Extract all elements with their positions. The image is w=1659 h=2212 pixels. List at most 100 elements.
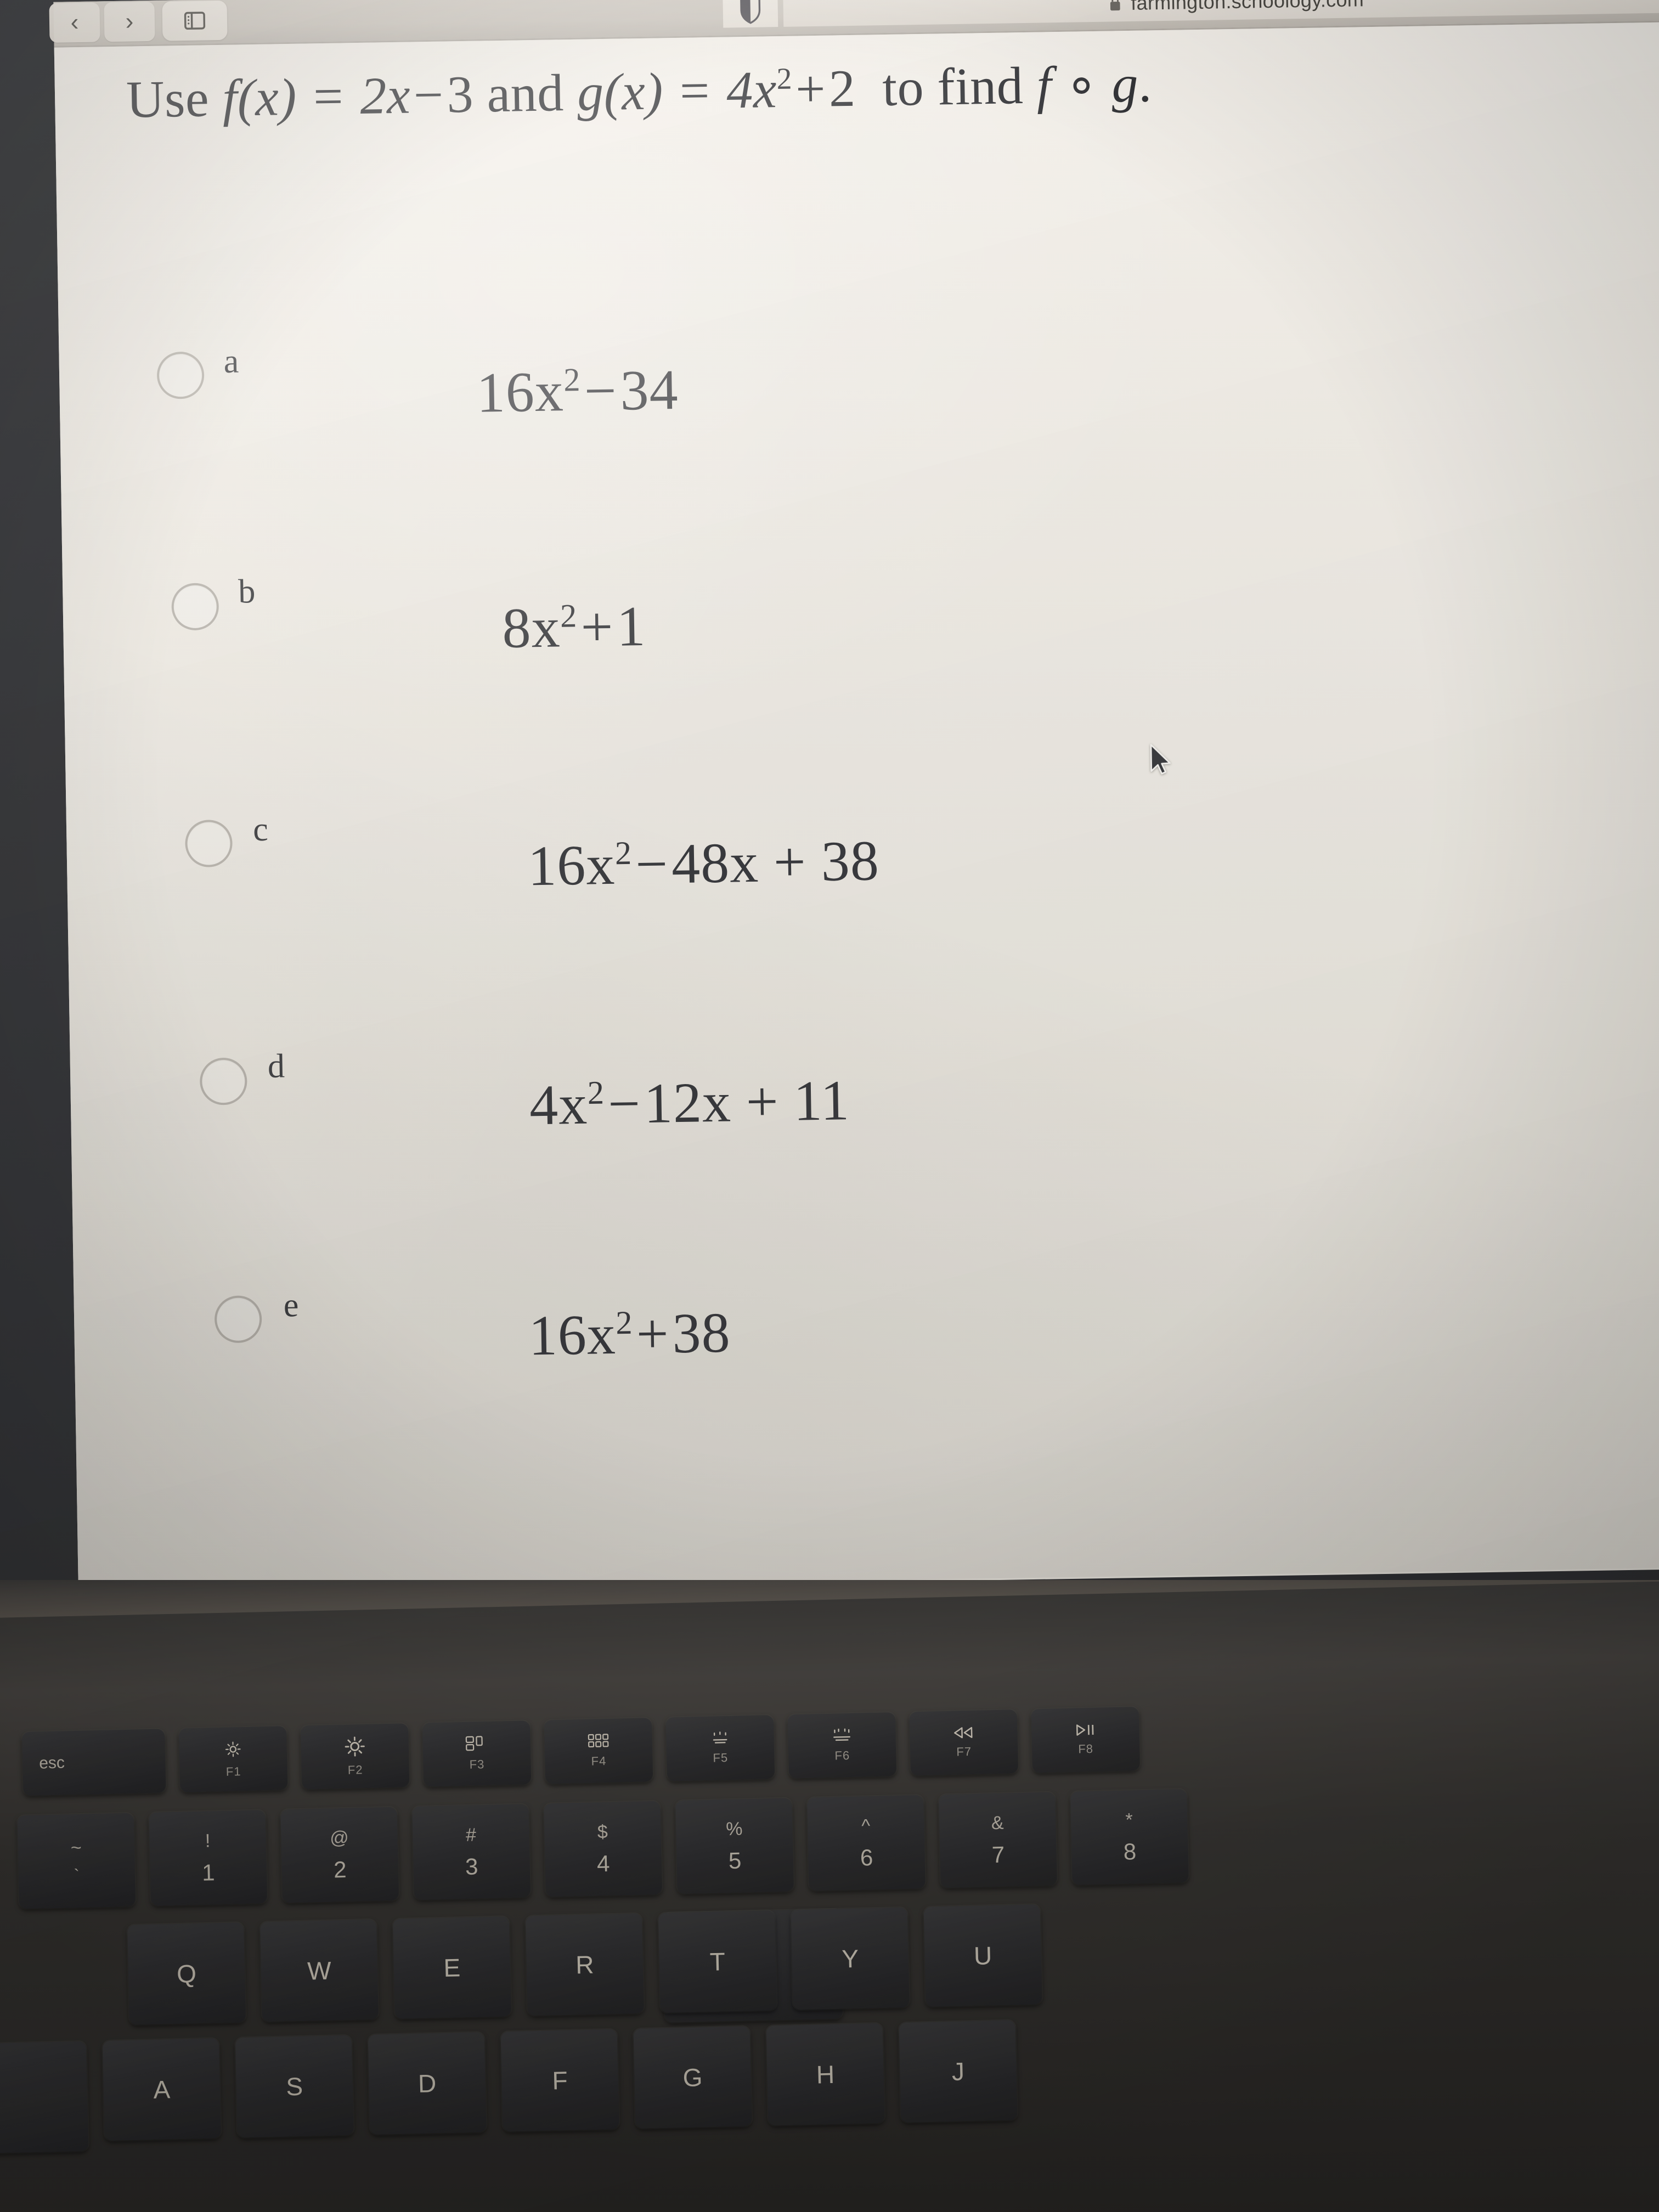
prompt-equals-2: = [679, 60, 710, 120]
key-y[interactable]: Y [791, 1907, 910, 2010]
browser-tab[interactable]: farmington.schoology.com [783, 0, 1659, 27]
key-1-base: 1 [201, 1859, 216, 1886]
key-caps-lock[interactable]: caps lock [0, 2041, 89, 2156]
mouse-pointer-icon [1150, 744, 1171, 775]
prompt-equals-1: = [313, 66, 344, 126]
key-f8[interactable]: F8 [1031, 1707, 1141, 1773]
key-s[interactable]: S [235, 2035, 354, 2138]
key-j[interactable]: J [899, 2020, 1018, 2123]
answer-choice-b[interactable]: b 8x2+1 [62, 520, 1659, 786]
prompt-g-coef: 4x [726, 60, 777, 120]
expr-b-coef: 8x [501, 596, 561, 661]
expr-d-op: − [607, 1072, 641, 1136]
expr-c-op: − [635, 832, 669, 896]
key-3[interactable]: # 3 [412, 1804, 531, 1900]
expr-e-coef: 16x [528, 1302, 617, 1368]
key-u[interactable]: U [923, 1904, 1042, 2007]
compose-ring-icon: ∘ [1064, 54, 1099, 114]
keyboard-backlight-up-icon [833, 1728, 851, 1741]
prompt-f-arg: (x) [236, 67, 297, 127]
key-backtick[interactable]: ~ ` [17, 1813, 136, 1909]
key-f7[interactable]: F7 [909, 1709, 1019, 1776]
radio-button-a[interactable] [156, 351, 205, 399]
key-f[interactable]: F [500, 2029, 619, 2132]
choice-letter-c: c [252, 810, 269, 849]
key-6-base: 6 [860, 1844, 873, 1871]
keyboard-backlight-down-icon [713, 1731, 727, 1743]
answer-choice-d[interactable]: d 4x2−12x + 11 [70, 1000, 1659, 1266]
key-d-label: D [417, 2069, 437, 2098]
key-r-label: R [575, 1950, 595, 1979]
key-h[interactable]: H [766, 2023, 885, 2126]
rewind-icon [954, 1726, 973, 1739]
key-4[interactable]: $ 4 [544, 1801, 662, 1897]
key-7[interactable]: & 7 [938, 1792, 1057, 1888]
key-w[interactable]: W [259, 1919, 379, 2022]
key-8-shifted: * [1125, 1809, 1133, 1831]
laptop-keyboard: esc F1 F2 F3 F4 F5 F6 F7 F8 ~ ` ! 1 @ 2 … [0, 1694, 1659, 2212]
key-y-label: Y [841, 1944, 859, 1973]
key-r[interactable]: R [525, 1913, 644, 2016]
key-7-shifted: & [991, 1812, 1004, 1833]
mission-control-icon [465, 1736, 483, 1751]
expr-a-exponent: 2 [563, 362, 582, 399]
key-f4[interactable]: F4 [544, 1718, 653, 1784]
key-f8-label: F8 [1078, 1741, 1094, 1756]
key-backtick-base: ` [74, 1866, 80, 1884]
answer-choice-a[interactable]: a 16x2−34 [58, 280, 1659, 546]
prompt-g-name: g [577, 63, 605, 122]
expr-c-exponent: 2 [614, 834, 633, 872]
key-2[interactable]: @ 2 [280, 1807, 399, 1903]
key-e[interactable]: E [392, 1916, 511, 2019]
expr-b-op: + [580, 595, 614, 659]
key-esc[interactable]: esc [21, 1729, 166, 1796]
radio-button-d[interactable] [199, 1057, 248, 1105]
key-f6[interactable]: F6 [787, 1712, 897, 1779]
radio-button-e[interactable] [214, 1295, 262, 1344]
key-f1[interactable]: F1 [178, 1726, 288, 1792]
key-f5[interactable]: F5 [665, 1715, 775, 1781]
key-f3[interactable]: F3 [422, 1720, 532, 1787]
shield-privacy-icon [740, 0, 761, 24]
key-j-label: J [951, 2057, 965, 2086]
key-f2[interactable]: F2 [300, 1723, 410, 1790]
expr-c-coef: 16x [527, 833, 616, 898]
answer-choice-c[interactable]: c 16x2−48x + 38 [66, 760, 1659, 1026]
key-f2-label: F2 [347, 1763, 363, 1777]
back-button[interactable]: ‹ [49, 2, 100, 43]
radio-button-b[interactable] [171, 583, 219, 631]
play-pause-icon [1076, 1724, 1094, 1736]
key-d[interactable]: D [368, 2032, 487, 2135]
key-2-shifted: @ [329, 1827, 349, 1849]
keyboard-number-row: ~ ` ! 1 @ 2 # 3 $ 4 % 5 ^ 6 & 7 * 8 [17, 1789, 1204, 1909]
key-1[interactable]: ! 1 [149, 1810, 268, 1906]
key-6[interactable]: ^ 6 [807, 1795, 926, 1891]
key-3-shifted: # [465, 1824, 477, 1846]
key-5[interactable]: % 5 [675, 1798, 794, 1894]
answer-choice-e[interactable]: e 16x2+38 [74, 1240, 1659, 1506]
prompt-period: . [1138, 54, 1153, 113]
expr-e-exponent: 2 [615, 1304, 634, 1342]
key-6-shifted: ^ [861, 1815, 871, 1837]
privacy-shield-button[interactable] [723, 0, 778, 28]
key-f1-label: F1 [225, 1764, 241, 1779]
key-8[interactable]: * 8 [1070, 1789, 1189, 1885]
forward-button[interactable]: › [104, 1, 155, 42]
chevron-left-icon: ‹ [70, 9, 79, 36]
launchpad-icon [588, 1734, 609, 1748]
sidebar-toggle-button[interactable] [162, 0, 228, 41]
answer-choice-list: a 16x2−34 b 8x2+1 c 16x2−48x + 38 d 4x2−… [58, 280, 1659, 1507]
key-2-base: 2 [333, 1856, 347, 1882]
key-a[interactable]: A [102, 2038, 221, 2141]
key-q[interactable]: Q [127, 1922, 246, 2025]
lock-icon [1110, 0, 1120, 11]
expr-e-tail: 38 [672, 1301, 731, 1365]
expr-a-coef: 16x [476, 360, 565, 425]
key-t[interactable]: T [658, 1910, 777, 2013]
choice-letter-d: d [267, 1047, 285, 1085]
prompt-f-body-b: 3 [446, 64, 474, 124]
radio-button-c[interactable] [184, 819, 233, 868]
sidebar-toggle-icon [184, 12, 206, 30]
prompt-tofind: to find [882, 55, 1024, 117]
key-g[interactable]: G [633, 2026, 752, 2129]
